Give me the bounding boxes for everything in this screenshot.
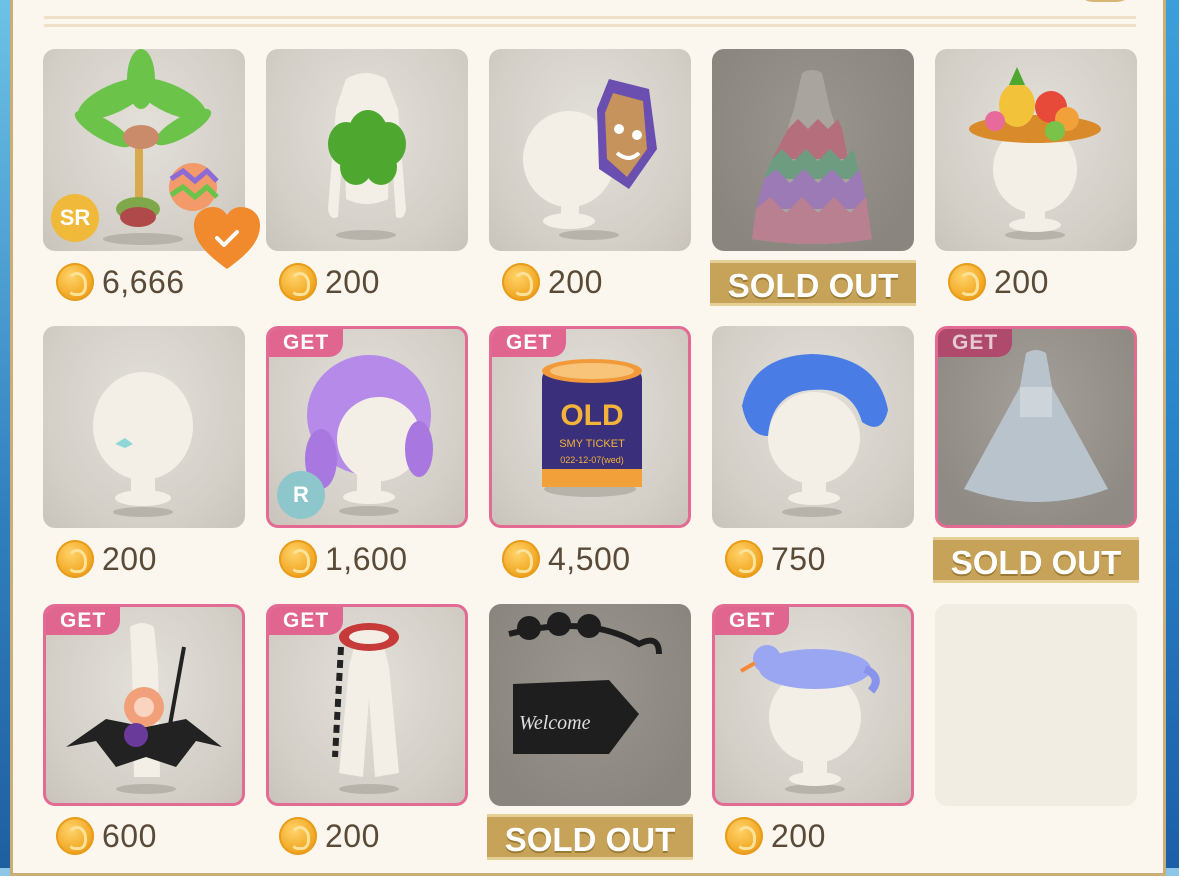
coin-icon [56, 540, 94, 578]
blue-hair-icon [742, 354, 888, 517]
shop-item-gold-ticket-can[interactable]: OLD SMY TICKET 022-12-07(wed) GET [489, 326, 691, 528]
shop-item-fruit-hat[interactable] [935, 49, 1137, 251]
price-label: 200 [56, 539, 157, 579]
rarity-badge-r: R [277, 471, 325, 519]
sold-out-banner: SOLD OUT [933, 537, 1139, 583]
shop-item-purple-hair[interactable]: GET R [266, 326, 468, 528]
background-right [1165, 0, 1179, 868]
zigzag-dress-icon [752, 70, 872, 244]
price-label: 200 [279, 262, 380, 302]
favorite-heart-icon[interactable] [192, 205, 262, 271]
price-label: 4,500 [502, 539, 631, 579]
tiki-mask-icon [523, 79, 657, 240]
shop-item-blue-hair[interactable] [712, 326, 914, 528]
price-label: 200 [725, 816, 826, 856]
get-badge: GET [715, 607, 790, 635]
price-value: 200 [325, 263, 380, 300]
ticket-can-date: 022-12-07(wed) [560, 455, 624, 465]
get-badge: GET [269, 607, 344, 635]
coin-icon [502, 263, 540, 301]
price-label: 200 [948, 262, 1049, 302]
price-value: 200 [771, 817, 826, 854]
price-value: 600 [102, 817, 157, 854]
coin-icon [948, 263, 986, 301]
coin-icon [725, 540, 763, 578]
price-value: 200 [994, 263, 1049, 300]
bat-bag-icon [66, 623, 222, 794]
price-label: 1,600 [279, 539, 408, 579]
ticket-can-title: OLD [560, 399, 623, 432]
panel-header-divider [44, 16, 1136, 30]
price-label: 200 [279, 816, 380, 856]
sold-out-banner: SOLD OUT [710, 260, 916, 306]
price-value: 1,600 [325, 540, 408, 577]
rarity-badge-sr: SR [51, 194, 99, 242]
coin-icon [502, 540, 540, 578]
price-label: 200 [502, 262, 603, 302]
coin-icon [279, 263, 317, 301]
coin-icon [725, 817, 763, 855]
shop-item-bat-bag[interactable]: GET [43, 604, 245, 806]
white-dress-icon [964, 350, 1108, 502]
price-value: 4,500 [548, 540, 631, 577]
shop-item-welcome-sign[interactable]: Welcome [489, 604, 691, 806]
get-badge: GET [46, 607, 121, 635]
shop-item-zigzag-dress[interactable] [712, 49, 914, 251]
hair-clip-icon [93, 372, 193, 517]
shop-item-leaf-top[interactable] [266, 49, 468, 251]
coin-icon [56, 263, 94, 301]
coin-icon [279, 817, 317, 855]
sold-out-banner: SOLD OUT [487, 814, 693, 860]
collar-chain-icon [332, 623, 399, 794]
price-value: 200 [102, 540, 157, 577]
shop-item-white-dress[interactable]: GET [935, 326, 1137, 528]
price-value: 200 [548, 263, 603, 300]
empty-slot [935, 604, 1137, 806]
coin-icon [279, 540, 317, 578]
price-value: 750 [771, 540, 826, 577]
shop-item-tiki-mask[interactable] [489, 49, 691, 251]
shop-item-hair-clip[interactable] [43, 326, 245, 528]
coin-icon [56, 817, 94, 855]
fruit-hat-icon [969, 67, 1101, 240]
price-value: 6,666 [102, 263, 185, 300]
leaf-top-icon [328, 73, 406, 240]
price-label: 6,666 [56, 262, 185, 302]
ticket-can-icon: OLD SMY TICKET 022-12-07(wed) [542, 359, 642, 497]
get-badge: GET [269, 329, 344, 357]
get-badge: GET [492, 329, 567, 357]
shop-item-spiked-collar-chain[interactable]: GET [266, 604, 468, 806]
get-badge: GET [938, 329, 1013, 357]
sign-text: Welcome [519, 712, 591, 734]
welcome-sign-icon: Welcome [508, 612, 662, 754]
price-value: 200 [325, 817, 380, 854]
price-label: 600 [56, 816, 157, 856]
chameleon-hat-icon [740, 645, 880, 794]
price-label: 750 [725, 539, 826, 579]
shop-item-chameleon-hat[interactable]: GET [712, 604, 914, 806]
ticket-can-subtitle: SMY TICKET [559, 438, 625, 450]
